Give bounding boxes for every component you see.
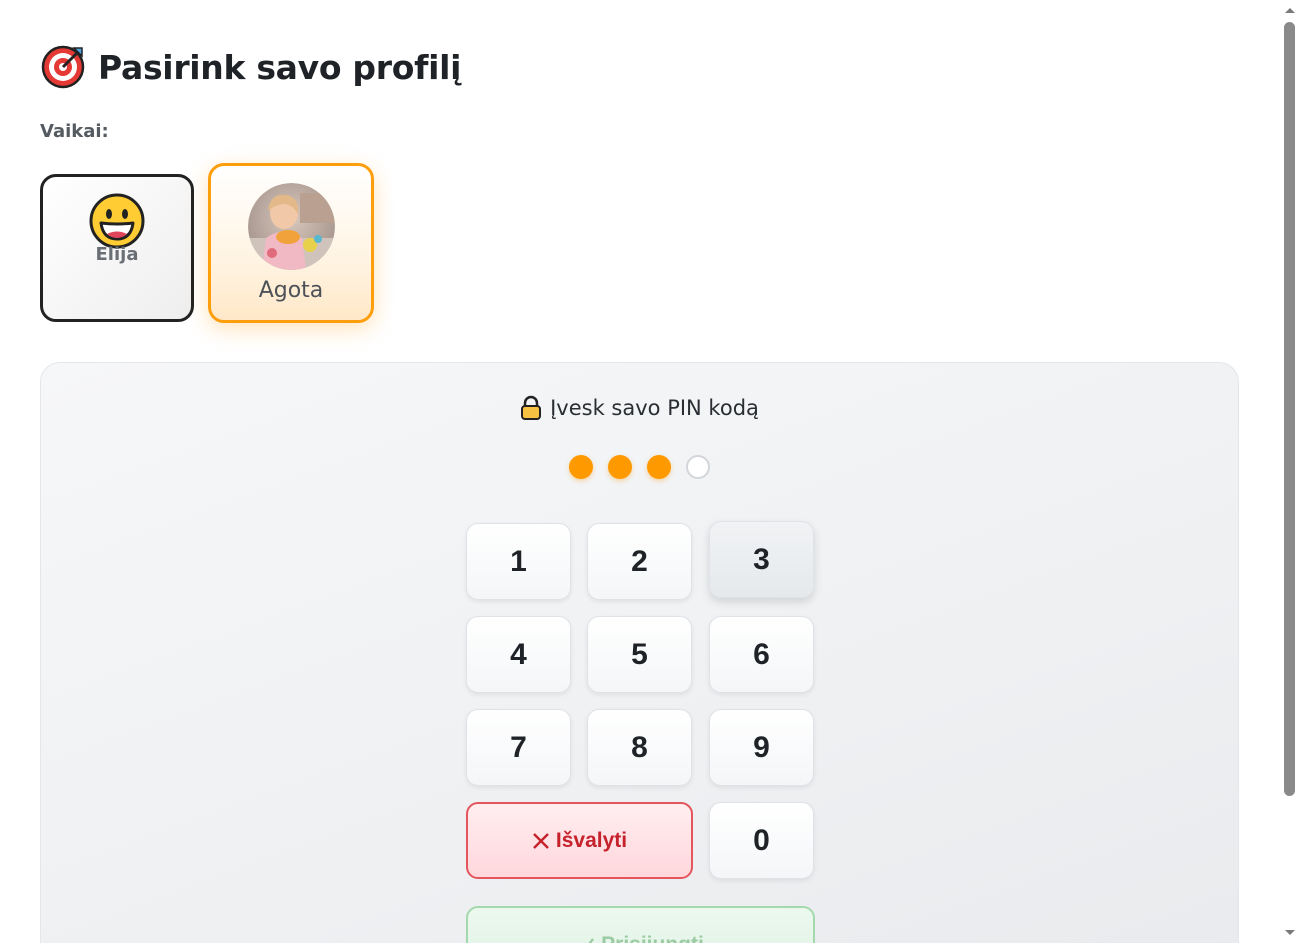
pin-panel: Įvesk savo PIN kodą 1 2 3 4 5 6 7 8 9 Iš…: [40, 362, 1239, 943]
pin-title-row: Įvesk savo PIN kodą: [41, 395, 1238, 421]
target-dart-icon: [41, 45, 85, 89]
profile-card-elija[interactable]: Elija: [40, 174, 194, 322]
key-1[interactable]: 1: [466, 523, 571, 600]
pin-dot-filled: [608, 455, 632, 479]
page-title: Pasirink savo profilį: [98, 47, 462, 87]
header: Pasirink savo profilį: [40, 44, 461, 90]
profile-name-agota: Agota: [258, 278, 324, 303]
key-4[interactable]: 4: [466, 616, 571, 693]
lock-icon: [521, 395, 542, 420]
vertical-scrollbar[interactable]: [1281, 0, 1298, 943]
pin-indicator: [41, 455, 1238, 479]
login-button-label: Prisijungti: [601, 933, 704, 943]
pin-dot-filled: [647, 455, 671, 479]
key-9[interactable]: 9: [709, 709, 814, 786]
scrollbar-thumb[interactable]: [1284, 22, 1295, 796]
clear-button[interactable]: Išvalyti: [466, 802, 693, 879]
pin-dot-empty: [686, 455, 710, 479]
key-8[interactable]: 8: [587, 709, 692, 786]
scroll-down-arrow-icon[interactable]: [1285, 930, 1295, 935]
profile-select-page: Pasirink savo profilį Vaikai: Elija Agot…: [0, 0, 1281, 943]
pin-dot-filled: [569, 455, 593, 479]
key-3[interactable]: 3: [709, 521, 814, 598]
key-0[interactable]: 0: [709, 802, 814, 879]
profile-name-elija: Elija: [95, 244, 139, 265]
children-section-label: Vaikai:: [40, 121, 109, 142]
key-6[interactable]: 6: [709, 616, 814, 693]
key-5[interactable]: 5: [587, 616, 692, 693]
scroll-up-arrow-icon[interactable]: [1285, 8, 1295, 13]
login-button[interactable]: Prisijungti: [466, 906, 815, 943]
grinning-face-icon: [89, 193, 145, 249]
pin-title: Įvesk savo PIN kodą: [550, 396, 759, 420]
clear-button-label: Išvalyti: [555, 828, 628, 852]
close-icon: [533, 832, 549, 849]
key-7[interactable]: 7: [466, 709, 571, 786]
profile-photo-avatar: [247, 183, 335, 270]
key-2[interactable]: 2: [587, 523, 692, 600]
profile-card-agota[interactable]: Agota: [208, 163, 374, 323]
pin-keypad: 1 2 3 4 5 6 7 8 9 Išvalyti 0 Prisijungti: [466, 521, 815, 943]
checkmark-icon: [588, 937, 595, 943]
